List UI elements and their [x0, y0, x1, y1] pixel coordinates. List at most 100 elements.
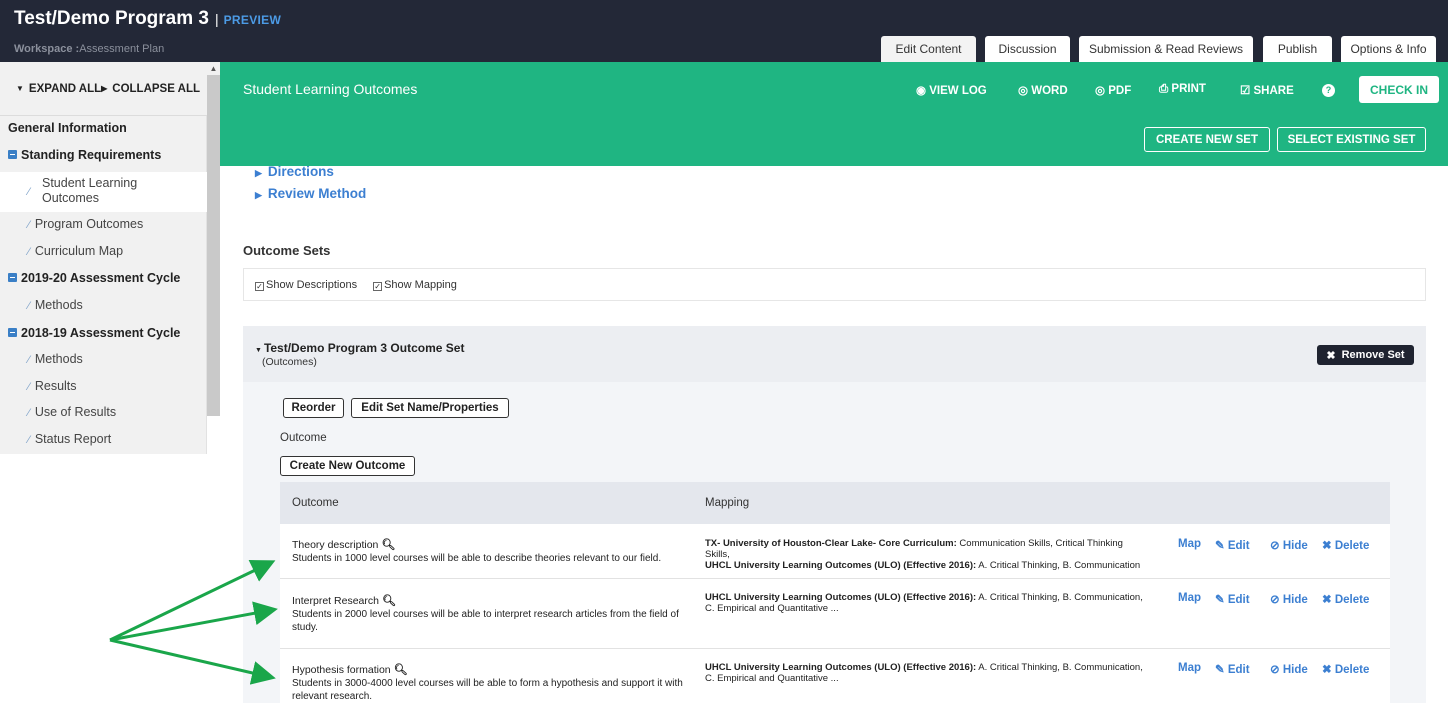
remove-set-button[interactable]: ✖ Remove Set: [1317, 345, 1414, 365]
hide-button[interactable]: ⊘ Hide: [1270, 662, 1308, 676]
close-icon: ✖: [1322, 540, 1335, 552]
pencil-link-icon: ⁄: [28, 300, 30, 312]
eye-slash-icon: ⊘: [1270, 540, 1283, 552]
sidebar-group-standing-requirements[interactable]: Standing Requirements: [0, 148, 207, 168]
tab-discussion[interactable]: Discussion: [985, 36, 1070, 62]
column-header-outcome: Outcome: [292, 497, 339, 509]
table-header: Outcome Mapping: [280, 482, 1390, 524]
download-icon: ◎: [1095, 85, 1109, 97]
tab-submission-read-reviews[interactable]: Submission & Read Reviews: [1079, 36, 1253, 62]
pencil-link-icon: ⁄: [28, 407, 30, 419]
search-icon[interactable]: 🔍︎: [382, 595, 396, 607]
expand-all-button[interactable]: EXPAND ALL: [29, 83, 101, 95]
close-icon: ✖: [1322, 594, 1335, 606]
outcome-title: Interpret Research 🔍︎: [292, 595, 396, 607]
program-title-text: Test/Demo Program 3: [14, 8, 209, 29]
map-button[interactable]: Map: [1178, 538, 1201, 550]
outcome-set-subtitle: (Outcomes): [262, 356, 317, 368]
hide-button[interactable]: ⊘ Hide: [1270, 538, 1308, 552]
pencil-link-icon: ⁄: [28, 246, 30, 258]
outcome-description: Students in 3000-4000 level courses will…: [292, 678, 683, 702]
print-button[interactable]: ⎙ PRINT: [1159, 83, 1206, 96]
delete-button[interactable]: ✖ Delete: [1322, 592, 1369, 606]
sidebar-group-2019-20-cycle[interactable]: 2019-20 Assessment Cycle: [0, 271, 207, 291]
pencil-link-icon: ⁄: [28, 354, 30, 366]
edit-button[interactable]: ✎ Edit: [1215, 538, 1250, 552]
sidebar-item-results[interactable]: ⁄ Results: [0, 379, 207, 399]
sidebar-group-2018-19-cycle[interactable]: 2018-19 Assessment Cycle: [0, 326, 207, 346]
delete-button[interactable]: ✖ Delete: [1322, 538, 1369, 552]
search-icon[interactable]: 🔍︎: [381, 539, 395, 551]
outcome-mapping: UHCL University Learning Outcomes (ULO) …: [705, 662, 1143, 684]
edit-button[interactable]: ✎ Edit: [1215, 592, 1250, 606]
edit-set-name-button[interactable]: Edit Set Name/Properties: [351, 398, 509, 418]
close-icon: ✖: [1326, 349, 1336, 362]
share-button[interactable]: ☑ SHARE: [1240, 83, 1294, 97]
view-log-button[interactable]: ◉ VIEW LOG: [916, 83, 987, 97]
preview-link[interactable]: PREVIEW: [224, 13, 281, 27]
create-new-outcome-button[interactable]: Create New Outcome: [280, 456, 415, 476]
outcomes-table: Outcome Mapping Theory description 🔍︎ Stu…: [280, 482, 1390, 703]
sidebar-item-student-learning-outcomes[interactable]: ⁄ Student Learning Outcomes: [0, 172, 207, 212]
select-existing-set-button[interactable]: SELECT EXISTING SET: [1277, 127, 1426, 152]
display-options-row: ✓ Show Descriptions ✓ Show Mapping: [243, 268, 1426, 301]
reorder-button[interactable]: Reorder: [283, 398, 344, 418]
table-row: Interpret Research 🔍︎ Students in 2000 le…: [280, 579, 1390, 649]
map-button[interactable]: Map: [1178, 662, 1201, 674]
section-title: Student Learning Outcomes: [243, 81, 418, 97]
caret-right-icon: ▶: [255, 168, 262, 178]
caret-down-icon: ▼: [16, 84, 24, 93]
sidebar-item-methods-2018[interactable]: ⁄ Methods: [0, 352, 207, 372]
show-mapping-checkbox[interactable]: ✓ Show Mapping: [373, 279, 457, 291]
word-button[interactable]: ◎ WORD: [1018, 83, 1068, 97]
outcome-title: Theory description 🔍︎: [292, 539, 396, 551]
print-icon: ⎙: [1159, 83, 1172, 95]
sidebar-item-general-information[interactable]: General Information: [0, 121, 207, 141]
tab-publish[interactable]: Publish: [1263, 36, 1332, 62]
sidebar-item-methods-2019[interactable]: ⁄ Methods: [0, 298, 207, 318]
caret-right-icon: ▶: [101, 84, 108, 93]
show-descriptions-checkbox[interactable]: ✓ Show Descriptions: [255, 279, 357, 291]
outcome-mapping: TX- University of Houston-Clear Lake- Co…: [705, 538, 1141, 571]
review-method-toggle[interactable]: ▶ Review Method: [255, 186, 366, 201]
column-header-mapping: Mapping: [705, 497, 750, 509]
outcome-sets-heading: Outcome Sets: [243, 243, 331, 258]
eye-slash-icon: ⊘: [1270, 594, 1283, 606]
map-button[interactable]: Map: [1178, 592, 1201, 604]
help-icon[interactable]: ?: [1322, 84, 1335, 97]
directions-toggle[interactable]: ▶ Directions: [255, 164, 334, 179]
pdf-button[interactable]: ◎ PDF: [1095, 83, 1131, 97]
collapse-square-icon: [8, 150, 17, 159]
sidebar-item-program-outcomes[interactable]: ⁄ Program Outcomes: [0, 217, 207, 237]
checkbox-checked-icon: ✓: [255, 281, 264, 291]
sidebar-item-curriculum-map[interactable]: ⁄ Curriculum Map: [0, 244, 207, 264]
collapse-all-button[interactable]: COLLAPSE ALL: [112, 83, 200, 95]
hide-button[interactable]: ⊘ Hide: [1270, 592, 1308, 606]
outcome-set-title[interactable]: ▼ Test/Demo Program 3 Outcome Set: [255, 341, 464, 355]
tab-edit-content[interactable]: Edit Content: [881, 36, 976, 62]
outcome-section-label: Outcome: [280, 432, 327, 444]
scroll-up-icon[interactable]: ▲: [207, 62, 220, 75]
close-icon: ✖: [1322, 664, 1335, 676]
share-icon: ☑: [1240, 85, 1254, 97]
expand-collapse-row: ▼ EXPAND ALL ▶ COLLAPSE ALL: [0, 62, 207, 116]
sidebar-item-use-of-results[interactable]: ⁄ Use of Results: [0, 405, 207, 425]
sidebar-item-status-report[interactable]: ⁄ Status Report: [0, 432, 207, 452]
sidebar-scrollbar[interactable]: [207, 62, 220, 416]
workspace-value: Assessment Plan: [79, 43, 165, 55]
delete-button[interactable]: ✖ Delete: [1322, 662, 1369, 676]
collapse-square-icon: [8, 273, 17, 282]
program-title: Test/Demo Program 3 | PREVIEW: [14, 8, 281, 30]
search-icon[interactable]: 🔍︎: [394, 664, 408, 676]
checkbox-checked-icon: ✓: [373, 281, 383, 291]
table-row: Theory description 🔍︎ Students in 1000 le…: [280, 524, 1390, 579]
pencil-link-icon: ⁄: [28, 186, 30, 198]
collapse-square-icon: [8, 328, 17, 337]
edit-button[interactable]: ✎ Edit: [1215, 662, 1250, 676]
eye-icon: ◉: [916, 85, 930, 97]
check-in-button[interactable]: CHECK IN: [1359, 76, 1439, 103]
tab-options-info[interactable]: Options & Info: [1341, 36, 1436, 62]
create-new-set-button[interactable]: CREATE NEW SET: [1144, 127, 1270, 152]
download-icon: ◎: [1018, 85, 1032, 97]
outcome-title: Hypothesis formation 🔍︎: [292, 664, 408, 676]
